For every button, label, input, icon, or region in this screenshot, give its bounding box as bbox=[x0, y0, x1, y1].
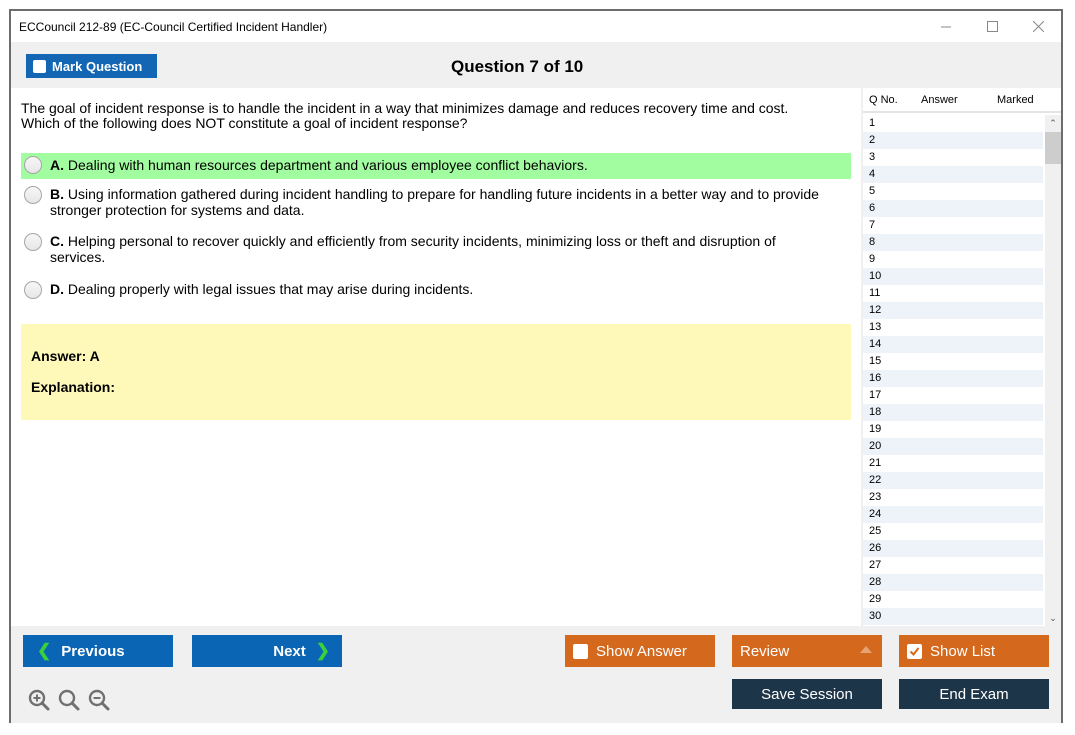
question-list-row[interactable]: 25 bbox=[863, 523, 1043, 540]
chevron-right-icon: ❯ bbox=[315, 641, 330, 660]
radio-option-b[interactable] bbox=[24, 186, 42, 204]
save-session-button[interactable]: Save Session bbox=[732, 679, 882, 709]
scroll-down-icon[interactable]: ⌄ bbox=[1045, 610, 1061, 626]
question-list-row[interactable]: 22 bbox=[863, 472, 1043, 489]
zoom-out-icon[interactable] bbox=[87, 688, 111, 712]
question-list-row[interactable]: 9 bbox=[863, 251, 1043, 268]
option-b[interactable]: B. Using information gathered during inc… bbox=[21, 186, 851, 218]
minimize-button[interactable] bbox=[923, 11, 969, 42]
toolbar: Mark Question Question 7 of 10 bbox=[11, 42, 1061, 88]
question-list-row[interactable]: 13 bbox=[863, 319, 1043, 336]
question-text: The goal of incident response is to hand… bbox=[21, 101, 841, 131]
question-list-row[interactable]: 14 bbox=[863, 336, 1043, 353]
question-list-row[interactable]: 3 bbox=[863, 149, 1043, 166]
bottom-bar: ❮ Previous Next ❯ Show Answer Review Sho… bbox=[11, 626, 1061, 723]
window-title: ECCouncil 212-89 (EC-Council Certified I… bbox=[19, 19, 328, 34]
question-list-row[interactable]: 4 bbox=[863, 166, 1043, 183]
header-answer[interactable]: Answer bbox=[921, 94, 958, 106]
close-icon bbox=[1032, 21, 1044, 32]
question-list-scrollbar[interactable]: ⌃ ⌄ bbox=[1045, 115, 1061, 626]
caret-up-icon bbox=[860, 646, 872, 653]
question-list-row[interactable]: 21 bbox=[863, 455, 1043, 472]
question-list-row[interactable]: 5 bbox=[863, 183, 1043, 200]
question-list-row[interactable]: 17 bbox=[863, 387, 1043, 404]
show-answer-button[interactable]: Show Answer bbox=[565, 635, 715, 667]
question-list-row[interactable]: 28 bbox=[863, 574, 1043, 591]
header-marked[interactable]: Marked bbox=[997, 94, 1034, 106]
show-list-label: Show List bbox=[930, 642, 996, 660]
review-label: Review bbox=[740, 642, 790, 660]
window-controls bbox=[923, 11, 1061, 42]
maximize-button[interactable] bbox=[969, 11, 1015, 42]
title-bar: ECCouncil 212-89 (EC-Council Certified I… bbox=[11, 11, 1061, 42]
question-list-row[interactable]: 19 bbox=[863, 421, 1043, 438]
option-d-text: D. Dealing properly with legal issues th… bbox=[50, 281, 474, 297]
option-d[interactable]: D. Dealing properly with legal issues th… bbox=[21, 281, 851, 299]
question-text-line-2: Which of the following does NOT constitu… bbox=[21, 115, 468, 131]
question-list-row[interactable]: 26 bbox=[863, 540, 1043, 557]
close-button[interactable] bbox=[1015, 11, 1061, 42]
question-list-row[interactable]: 6 bbox=[863, 200, 1043, 217]
zoom-in-icon[interactable] bbox=[27, 688, 51, 712]
mark-question-label: Mark Question bbox=[52, 58, 143, 74]
question-list-row[interactable]: 23 bbox=[863, 489, 1043, 506]
question-text-line-1: The goal of incident response is to hand… bbox=[21, 100, 789, 116]
answer-label: Answer: A bbox=[31, 348, 100, 364]
option-c[interactable]: C. Helping personal to recover quickly a… bbox=[21, 233, 851, 265]
question-list-row[interactable]: 27 bbox=[863, 557, 1043, 574]
question-list-row[interactable]: 11 bbox=[863, 285, 1043, 302]
next-label: Next bbox=[273, 642, 306, 660]
question-list-row[interactable]: 7 bbox=[863, 217, 1043, 234]
question-list-row[interactable]: 24 bbox=[863, 506, 1043, 523]
show-answer-label: Show Answer bbox=[596, 642, 687, 660]
question-list-row[interactable]: 1 bbox=[863, 115, 1043, 132]
previous-label: Previous bbox=[61, 642, 125, 660]
question-list-row[interactable]: 12 bbox=[863, 302, 1043, 319]
question-list-row[interactable]: 30 bbox=[863, 608, 1043, 625]
next-button[interactable]: Next ❯ bbox=[192, 635, 342, 667]
header-qno[interactable]: Q No. bbox=[869, 94, 898, 106]
question-list-row[interactable]: 20 bbox=[863, 438, 1043, 455]
radio-option-c[interactable] bbox=[24, 233, 42, 251]
mark-question-checkbox[interactable] bbox=[33, 59, 46, 73]
question-panel: The goal of incident response is to hand… bbox=[11, 88, 861, 626]
previous-button[interactable]: ❮ Previous bbox=[23, 635, 173, 667]
scroll-thumb[interactable] bbox=[1045, 132, 1061, 164]
radio-option-a[interactable] bbox=[24, 156, 42, 174]
question-list-row[interactable]: 29 bbox=[863, 591, 1043, 608]
explanation-label: Explanation: bbox=[31, 379, 116, 395]
show-list-checkbox[interactable] bbox=[907, 643, 922, 659]
show-answer-checkbox[interactable] bbox=[573, 643, 588, 659]
zoom-controls bbox=[27, 688, 117, 712]
chevron-left-icon: ❮ bbox=[37, 641, 52, 660]
question-counter: Question 7 of 10 bbox=[451, 57, 584, 76]
question-list-row[interactable]: 18 bbox=[863, 404, 1043, 421]
question-list: Q No. Answer Marked 1 2 3 4 5 6 7 8 9 10 11 12 13 14 1… bbox=[863, 88, 1061, 626]
question-list-row[interactable]: 16 bbox=[863, 370, 1043, 387]
option-a-text: A. Dealing with human resources departme… bbox=[50, 157, 588, 173]
question-list-header: Q No. Answer Marked bbox=[863, 88, 1061, 113]
end-exam-button[interactable]: End Exam bbox=[899, 679, 1049, 709]
checkmark-icon bbox=[909, 646, 920, 656]
radio-option-d[interactable] bbox=[24, 281, 42, 299]
question-list-row[interactable]: 2 bbox=[863, 132, 1043, 149]
option-a[interactable]: A. Dealing with human resources departme… bbox=[21, 153, 851, 179]
show-list-button[interactable]: Show List bbox=[899, 635, 1049, 667]
question-list-row[interactable]: 15 bbox=[863, 353, 1043, 370]
review-dropdown[interactable]: Review bbox=[732, 635, 882, 667]
question-list-row[interactable]: 8 bbox=[863, 234, 1043, 251]
option-c-text: C. Helping personal to recover quickly a… bbox=[50, 233, 776, 265]
mark-question-button[interactable]: Mark Question bbox=[26, 54, 157, 78]
option-b-text: B. Using information gathered during inc… bbox=[50, 186, 819, 218]
answer-box: Answer: A Explanation: bbox=[21, 324, 851, 420]
maximize-icon bbox=[986, 21, 998, 32]
zoom-reset-icon[interactable] bbox=[57, 688, 81, 712]
minimize-icon bbox=[940, 26, 951, 28]
app-window: ECCouncil 212-89 (EC-Council Certified I… bbox=[9, 9, 1063, 723]
scroll-up-icon[interactable]: ⌃ bbox=[1045, 115, 1061, 131]
question-list-row[interactable]: 10 bbox=[863, 268, 1043, 285]
question-list-rows: 1 2 3 4 5 6 7 8 9 10 11 12 13 14 15 16 17 18 19 20 21 22 23 24 2… bbox=[863, 115, 1043, 625]
